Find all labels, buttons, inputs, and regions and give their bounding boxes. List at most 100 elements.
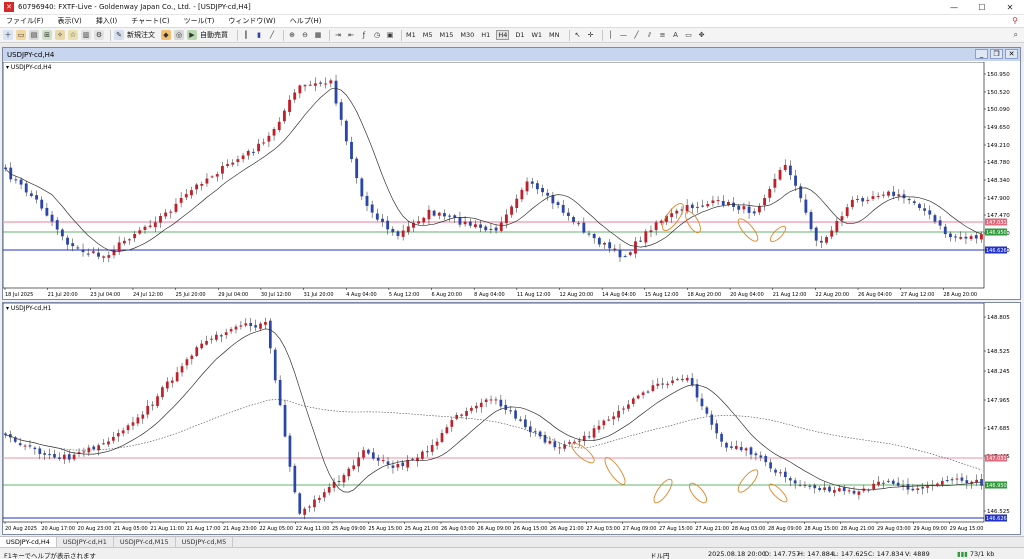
auto-trade-icon[interactable]: ▶ (187, 30, 197, 40)
candle-body (440, 433, 444, 442)
candle-body (254, 325, 257, 328)
market-watch-icon[interactable]: ⊞ (42, 30, 52, 40)
candle-body (918, 204, 921, 209)
menu-window[interactable]: ウィンドウ(W) (228, 16, 275, 26)
terminal-icon[interactable]: ▥ (81, 30, 91, 40)
period-m5[interactable]: M5 (422, 31, 434, 39)
candle-body (453, 215, 457, 218)
chart-shift-icon[interactable]: ⇥ (333, 30, 343, 40)
label-icon[interactable]: ▭ (684, 30, 694, 40)
text-icon[interactable]: A (671, 30, 681, 40)
period-m1[interactable]: M1 (405, 31, 417, 39)
crosshair-icon[interactable]: ✛ (586, 30, 596, 40)
candle-body (86, 253, 90, 255)
channel-icon[interactable]: ⫽ (645, 30, 655, 40)
candle-body (422, 217, 426, 223)
candle-body (92, 446, 96, 450)
metaeditor-icon[interactable]: ◆ (161, 30, 171, 40)
candle-body (887, 191, 890, 196)
period-mn[interactable]: MN (548, 31, 560, 39)
candle-body (675, 210, 679, 214)
period-w1[interactable]: W1 (530, 31, 543, 39)
candle-body (744, 448, 748, 451)
tab-usdjpy-m5[interactable]: USDJPY-cd,M5 (176, 537, 234, 547)
period-d1[interactable]: D1 (514, 31, 525, 39)
candle-body (548, 440, 552, 444)
candle-body (754, 453, 758, 456)
candle-body (116, 433, 120, 437)
profiles-icon[interactable]: ▤ (29, 30, 39, 40)
tester-icon[interactable]: ⚙ (94, 30, 104, 40)
menu-insert[interactable]: 挿入(I) (96, 16, 118, 26)
candlestick-icon[interactable]: ▮ (254, 30, 264, 40)
new-chart-icon[interactable]: ＋ (3, 30, 13, 40)
trendline-icon[interactable]: ╱ (632, 30, 642, 40)
maximize-button[interactable]: ☐ (968, 0, 996, 15)
vertical-line-icon[interactable]: │ (606, 30, 616, 40)
tab-usdjpy-h4[interactable]: USDJPY-cd,H4 (0, 537, 57, 547)
navigator-icon[interactable]: ☆ (68, 30, 78, 40)
signals-icon[interactable]: ◎ (174, 30, 184, 40)
line-chart-icon[interactable]: ╱ (267, 30, 277, 40)
tab-usdjpy-m15[interactable]: USDJPY-cd,M15 (114, 537, 176, 547)
period-h1[interactable]: H1 (480, 31, 491, 39)
menu-file[interactable]: ファイル(F) (6, 16, 44, 26)
toolbar-separator (110, 29, 111, 41)
candle-body (845, 207, 849, 217)
new-order-icon[interactable]: ✎ (114, 30, 124, 40)
price-axis-label: 146.525 (987, 509, 1010, 515)
status-close: C: 147.834 (868, 550, 904, 558)
close-button[interactable]: ✕ (996, 0, 1024, 15)
price-axis-label: 147.685 (987, 426, 1010, 432)
indicators-icon[interactable]: ƒ (359, 30, 369, 40)
new-order-button[interactable]: 新規注文 (127, 30, 155, 40)
candle-body (249, 322, 253, 327)
candle-body (148, 225, 152, 227)
notification-icon[interactable]: ⚲ (1012, 16, 1018, 25)
h1-price-chart[interactable]: 148.805148.525148.245147.965147.685147.4… (3, 303, 1020, 534)
menu-tools[interactable]: ツール(T) (184, 16, 215, 26)
search-icon[interactable]: ⌕ (1014, 30, 1018, 40)
horizontal-line-icon[interactable]: — (619, 30, 629, 40)
time-axis-label: 20 Aug 2025 (5, 526, 37, 532)
time-axis-label: 29 Jul 04:00 (218, 292, 248, 298)
chart-restore-button[interactable]: ❐ (990, 49, 1003, 59)
h4-price-chart[interactable]: 150.950 150.520 150.090 149.650 149.210 148.7… (3, 62, 1020, 300)
auto-trade-button[interactable]: 自動売買 (200, 30, 228, 40)
fibonacci-icon[interactable]: ≡ (658, 30, 668, 40)
candle-body (319, 82, 322, 84)
templates-icon[interactable]: ▣ (385, 30, 395, 40)
periods-icon[interactable]: ◷ (372, 30, 382, 40)
candle-body (463, 221, 467, 225)
autoscroll-icon[interactable]: ⇤ (346, 30, 356, 40)
zoom-out-icon[interactable]: ⊖ (300, 30, 310, 40)
candle-body (700, 398, 704, 407)
candle-body (568, 442, 571, 444)
minimize-button[interactable]: — (940, 0, 968, 15)
bar-chart-icon[interactable]: ┃ (241, 30, 251, 40)
menu-chart[interactable]: チャート(C) (131, 16, 169, 26)
candle-body (278, 379, 282, 406)
candle-body (288, 99, 291, 112)
zoom-in-icon[interactable]: ⊕ (287, 30, 297, 40)
data-window-icon[interactable]: ✧ (55, 30, 65, 40)
period-h4[interactable]: H4 (496, 30, 510, 40)
period-m30[interactable]: M30 (459, 31, 475, 39)
menu-help[interactable]: ヘルプ(H) (290, 16, 322, 26)
time-axis-label: 21 Jul 20:00 (48, 292, 78, 298)
tile-windows-icon[interactable]: ▦ (313, 30, 323, 40)
time-axis-label: 28 Aug 03:00 (732, 526, 766, 532)
candle-body (706, 204, 710, 207)
candle-body (246, 150, 250, 156)
menu-view[interactable]: 表示(V) (58, 16, 82, 26)
arrows-icon[interactable]: ✥ (697, 30, 707, 40)
chart-minimize-button[interactable]: _ (975, 49, 988, 59)
candle-body (136, 417, 140, 424)
period-m15[interactable]: M15 (439, 31, 455, 39)
cursor-icon[interactable]: ↖ (573, 30, 583, 40)
chart-close-button[interactable]: ✕ (1005, 49, 1018, 59)
open-folder-icon[interactable]: ▭ (16, 30, 26, 40)
time-axis-label: 27 Aug 15:00 (659, 526, 693, 532)
price-axis-label: 149.650 (987, 125, 1010, 131)
tab-usdjpy-h1[interactable]: USDJPY-cd,H1 (57, 537, 114, 547)
